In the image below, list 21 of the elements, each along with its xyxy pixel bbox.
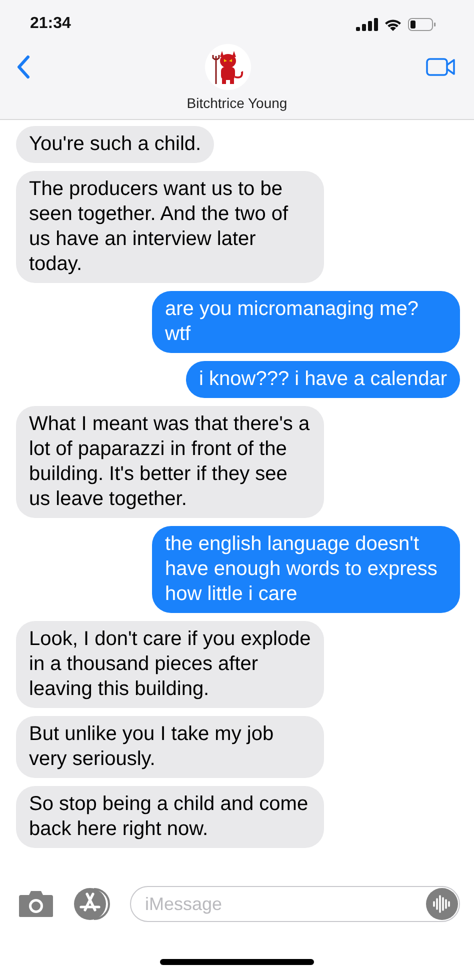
video-call-button[interactable] xyxy=(426,58,456,76)
back-button[interactable] xyxy=(16,55,30,79)
audio-record-icon[interactable] xyxy=(426,888,458,920)
message-bubble: What I meant was that there's a lot of paparazzi in front of the building. It's better if they see us leave together. xyxy=(16,406,324,518)
message-bubble: So stop being a child and come back here right now. xyxy=(16,786,324,848)
message-bubble: Look, I don't care if you explode in a thousand pieces after leaving this building. xyxy=(16,621,324,708)
message-bubble: You're such a child. xyxy=(16,126,214,163)
contact-name: Bitchtrice Young xyxy=(186,95,288,111)
camera-button[interactable] xyxy=(18,890,54,918)
message-bubble: The producers want us to be seen together. And the two of us have an interview later today. xyxy=(16,171,324,283)
signal-icon xyxy=(356,18,378,30)
message-bubble: i know??? i have a calendar xyxy=(186,361,460,398)
message-bubble: are you micromanaging me? wtf xyxy=(152,291,460,353)
app-store-button[interactable] xyxy=(72,887,112,921)
message-bubble: the english language doesn't have enough words to express how little i care xyxy=(152,526,460,613)
devil-avatar-icon[interactable] xyxy=(205,44,251,90)
wifi-icon xyxy=(384,18,402,30)
status-time: 21:34 xyxy=(30,15,71,33)
message-bubble: But unlike you I take my job very seriously. xyxy=(16,716,324,778)
message-input-field[interactable]: iMessage xyxy=(130,886,460,922)
battery-icon xyxy=(408,18,436,30)
